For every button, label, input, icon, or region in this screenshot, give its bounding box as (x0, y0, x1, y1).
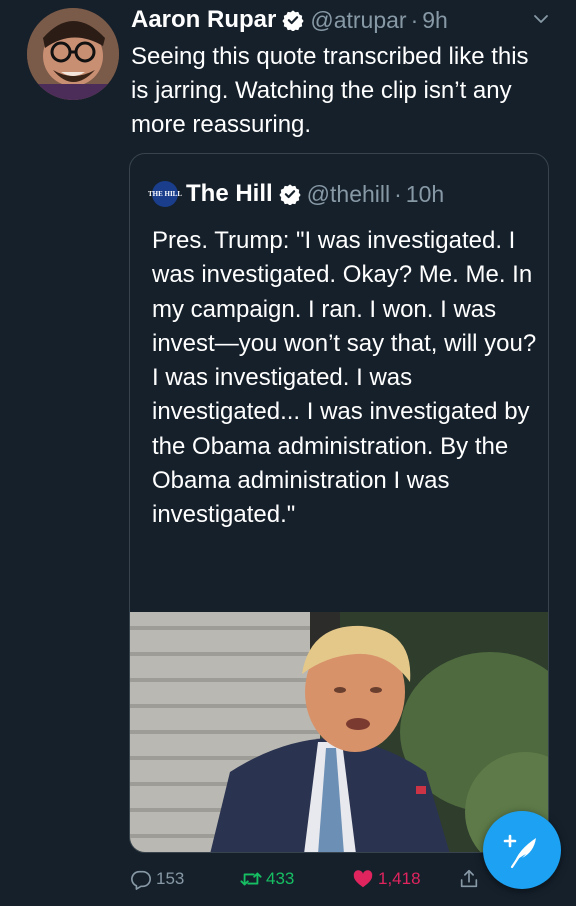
author-name[interactable]: Aaron Rupar (131, 6, 276, 34)
the-hill-logo-icon: THE HILL (148, 181, 182, 207)
avatar-image (27, 8, 119, 100)
retweet-button[interactable]: 433 (240, 862, 294, 896)
verified-badge-icon (279, 184, 301, 205)
quoted-author-name: The Hill (186, 180, 273, 207)
quoted-tweet[interactable]: THE HILL The Hill @thehill · 10h Pres. T… (129, 153, 549, 853)
video-thumbnail (130, 612, 548, 852)
reply-button[interactable]: 153 (130, 862, 184, 896)
quoted-tweet-video[interactable] (130, 612, 548, 852)
quoted-tweet-header: THE HILL The Hill @thehill · 10h (148, 178, 445, 210)
header-separator: · (410, 6, 419, 33)
chevron-down-icon[interactable] (532, 10, 550, 28)
tweet-header: Aaron Rupar @atrupar · 9h (131, 4, 546, 36)
share-button[interactable] (458, 862, 484, 896)
quoted-header-separator: · (394, 180, 402, 207)
heart-icon (353, 870, 373, 888)
verified-badge-icon (282, 10, 304, 31)
retweet-icon (240, 872, 262, 886)
like-button[interactable]: 1,418 (352, 862, 421, 896)
tweet[interactable]: Aaron Rupar @atrupar · 9h Seeing this qu… (0, 0, 576, 906)
quoted-timestamp: 10h (405, 180, 445, 207)
like-count: 1,418 (378, 869, 421, 888)
tweet-text: Seeing this quote transcribed like this … (131, 43, 529, 138)
retweet-count: 433 (266, 869, 295, 888)
quoted-tweet-text: Pres. Trump: "I was investigated. I was … (152, 227, 537, 529)
compose-tweet-button[interactable] (483, 811, 561, 889)
tweet-timestamp[interactable]: 9h (422, 7, 448, 34)
reply-count: 153 (156, 869, 185, 888)
reply-icon (131, 870, 151, 890)
avatar[interactable] (27, 8, 119, 100)
tweet-actions: 153 433 1,418 (130, 862, 490, 896)
quoted-author-handle: @thehill (306, 180, 391, 207)
compose-tweet-icon (503, 834, 536, 869)
share-icon (460, 869, 478, 888)
author-handle[interactable]: @atrupar (310, 7, 406, 34)
